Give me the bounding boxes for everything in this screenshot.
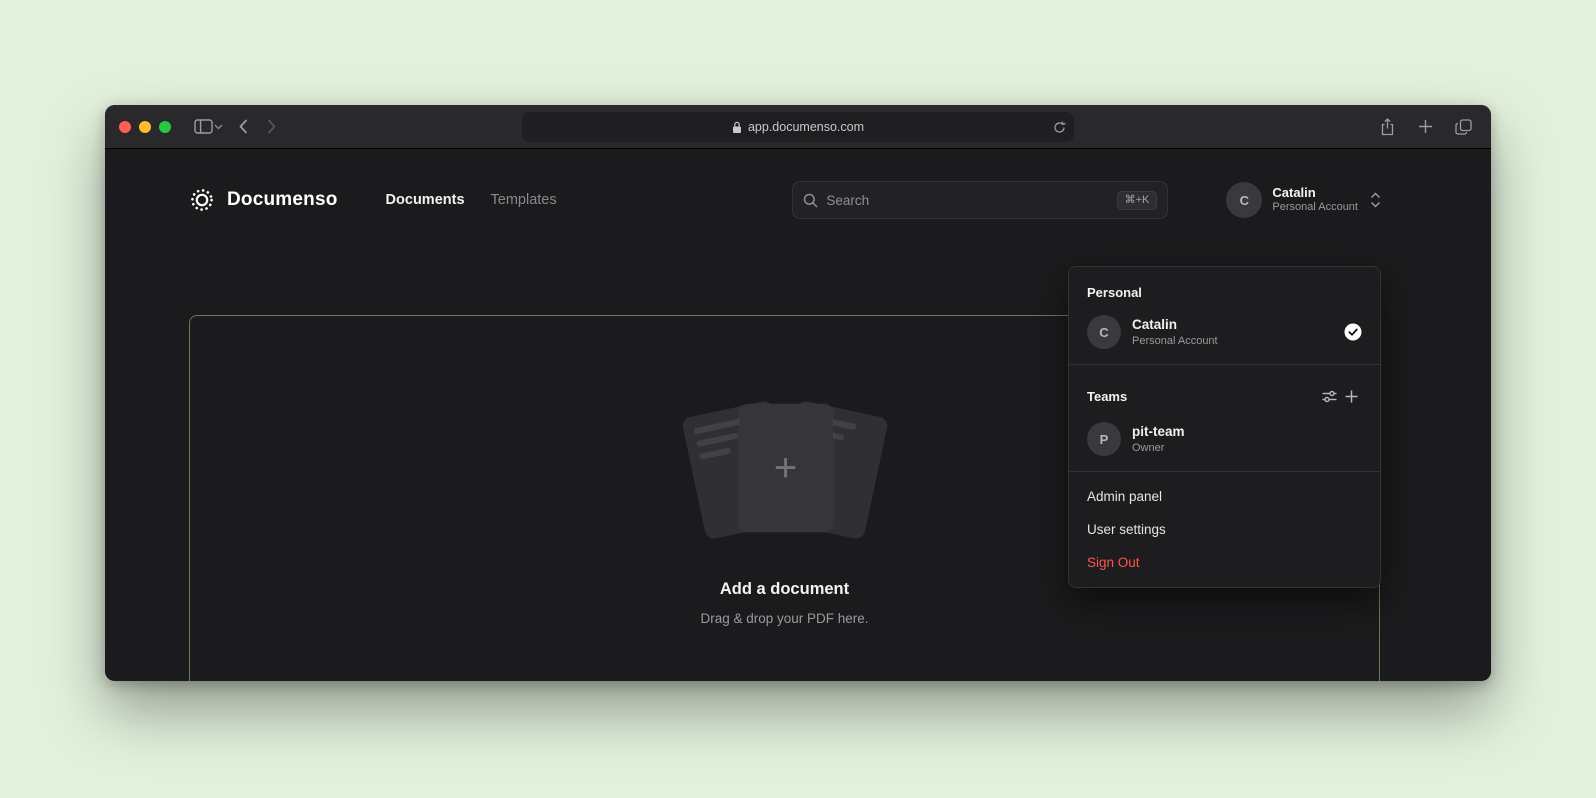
personal-avatar: C [1087, 315, 1121, 349]
account-menu-button[interactable]: C Catalin Personal Account [1226, 182, 1381, 218]
main-nav: Documents Templates [386, 192, 557, 208]
reload-icon[interactable] [1053, 121, 1066, 134]
zoom-window-button[interactable] [159, 121, 171, 133]
illustration-card-center: + [739, 404, 833, 532]
team-avatar: P [1087, 422, 1121, 456]
brand-name: Documenso [227, 189, 338, 211]
account-dropdown-menu: Personal C Catalin Personal Account Team… [1068, 266, 1381, 588]
search-icon [803, 193, 818, 208]
lock-icon [732, 121, 742, 134]
brand[interactable]: Documenso [189, 187, 338, 213]
team-role: Owner [1132, 441, 1185, 455]
plus-icon: + [774, 448, 797, 488]
selected-check-icon [1344, 323, 1362, 341]
teams-section-label: Teams [1069, 373, 1380, 415]
account-name: Catalin [1272, 185, 1358, 201]
menu-divider [1069, 471, 1380, 472]
nav-documents[interactable]: Documents [386, 192, 465, 208]
personal-section-label: Personal [1069, 273, 1380, 308]
share-icon[interactable] [1373, 113, 1401, 141]
documents-illustration: + [680, 396, 890, 546]
team-name: pit-team [1132, 423, 1185, 441]
documenso-app-page: Documenso Documents Templates ⌘+K C Cata… [105, 149, 1491, 680]
traffic-lights [119, 121, 171, 133]
search-shortcut-badge: ⌘+K [1117, 191, 1158, 210]
close-window-button[interactable] [119, 121, 131, 133]
menu-item-admin-panel[interactable]: Admin panel [1069, 480, 1380, 513]
tab-overview-icon[interactable] [1449, 113, 1477, 141]
app-header: Documenso Documents Templates ⌘+K C Cata… [105, 149, 1491, 225]
browser-window: app.documenso.com [105, 105, 1491, 681]
url-text: app.documenso.com [748, 120, 864, 134]
search-input[interactable] [826, 193, 1108, 208]
back-button[interactable] [229, 113, 257, 141]
minimize-window-button[interactable] [139, 121, 151, 133]
chevron-updown-icon [1370, 192, 1381, 208]
documenso-logo-icon [189, 187, 215, 213]
menu-item-personal-account[interactable]: C Catalin Personal Account [1069, 308, 1380, 356]
manage-teams-icon[interactable] [1318, 385, 1340, 407]
add-team-icon[interactable] [1340, 385, 1362, 407]
menu-item-team-pit-team[interactable]: P pit-team Owner [1069, 415, 1380, 463]
account-avatar: C [1226, 182, 1262, 218]
personal-name: Catalin [1132, 316, 1218, 334]
nav-templates[interactable]: Templates [491, 192, 557, 208]
dropzone-title: Add a document [720, 580, 849, 599]
new-tab-icon[interactable] [1411, 113, 1439, 141]
forward-button[interactable] [257, 113, 285, 141]
address-bar[interactable]: app.documenso.com [522, 112, 1074, 142]
browser-toolbar: app.documenso.com [105, 105, 1491, 149]
search-box[interactable]: ⌘+K [792, 181, 1168, 219]
menu-item-user-settings[interactable]: User settings [1069, 513, 1380, 546]
menu-divider [1069, 364, 1380, 365]
personal-type: Personal Account [1132, 334, 1218, 348]
sidebar-chevron-down-icon[interactable] [211, 113, 225, 141]
account-type: Personal Account [1272, 201, 1358, 215]
dropzone-subtitle: Drag & drop your PDF here. [700, 611, 868, 626]
toolbar-right-icons [1373, 113, 1477, 141]
menu-item-sign-out[interactable]: Sign Out [1069, 546, 1380, 579]
